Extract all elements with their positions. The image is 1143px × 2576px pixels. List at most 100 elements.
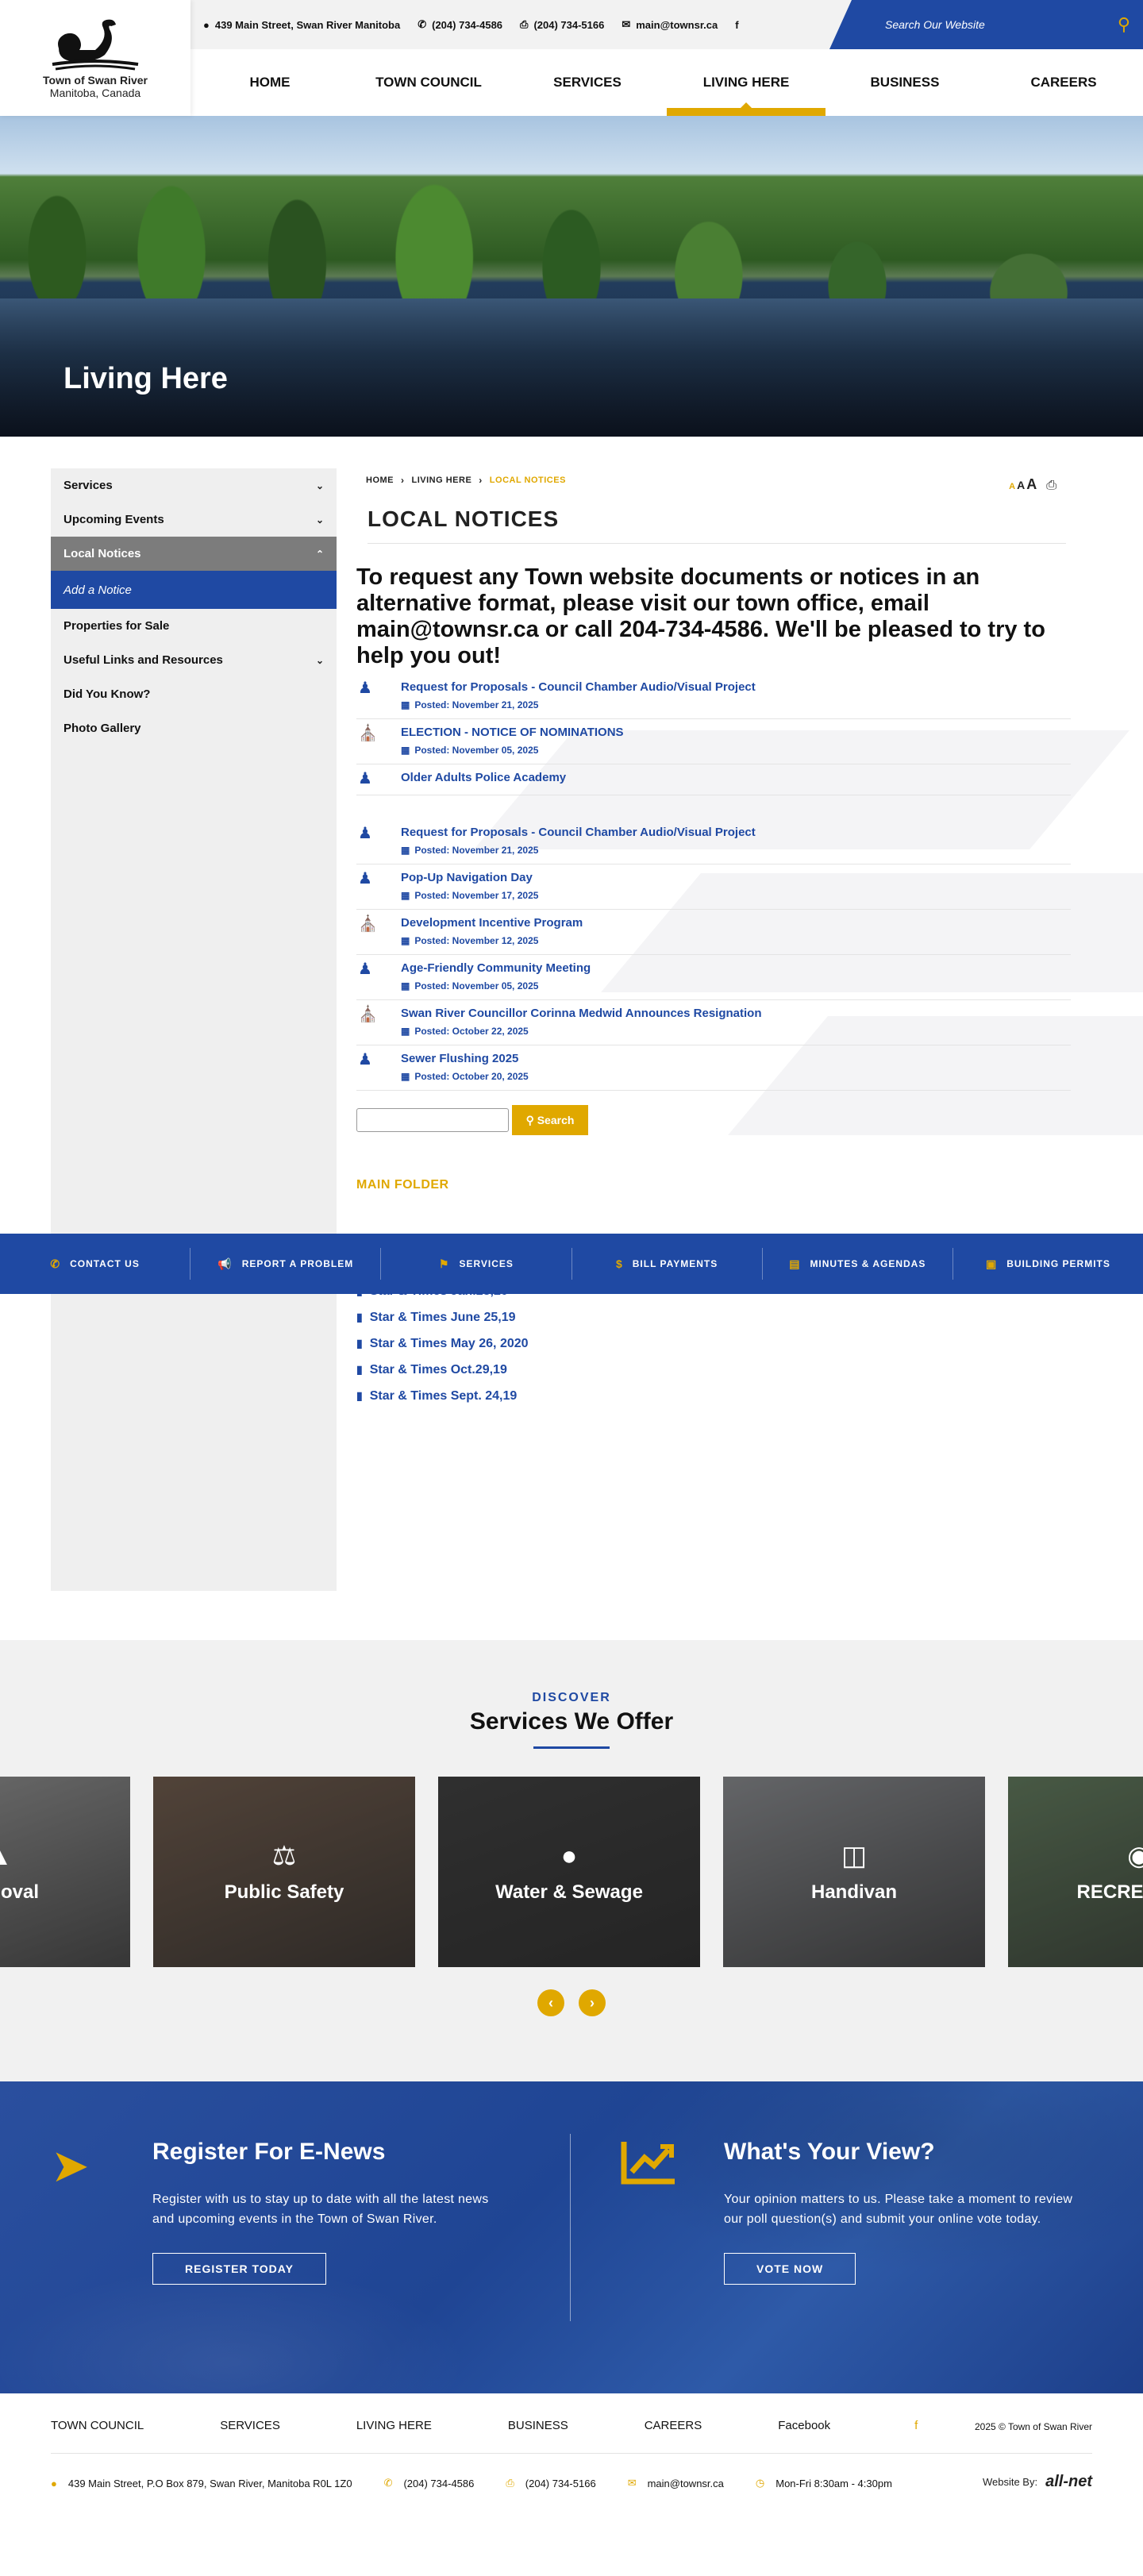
text-size-small[interactable]: A	[1009, 482, 1015, 491]
facebook-link[interactable]: f	[735, 19, 744, 31]
notice-search-button[interactable]: ⚲ Search	[512, 1105, 588, 1135]
site-search-input[interactable]	[885, 18, 1083, 31]
service-card[interactable]: ◉ RECREATION	[1008, 1777, 1143, 1967]
site-logo[interactable]: Town of Swan River Manitoba, Canada	[0, 0, 190, 116]
service-card[interactable]: ▲ Removal	[0, 1777, 130, 1967]
nav-item-careers[interactable]: CAREERS	[984, 49, 1143, 116]
carousel-controls: ‹ ›	[0, 1989, 1143, 2016]
notice-title[interactable]: Age-Friendly Community Meeting	[401, 961, 591, 975]
hero-banner: Living Here	[0, 116, 1143, 437]
print-icon[interactable]: ⎙	[1046, 479, 1056, 493]
folder-file-link[interactable]: ▮ Star & Times June 25,19	[356, 1304, 1072, 1330]
chevron-up-icon[interactable]: ⌃	[316, 549, 324, 560]
quicklink-building-permits[interactable]: ▣ BUILDING PERMITS	[953, 1248, 1143, 1280]
notice-title[interactable]: Swan River Councillor Corinna Medwid Ann…	[401, 1007, 762, 1020]
nav-item-town-council[interactable]: TOWN COUNCIL	[349, 49, 508, 116]
notice-item[interactable]: ⛪ Development Incentive Program ▦ Posted: N…	[356, 910, 1071, 955]
footer-nav-careers[interactable]: CAREERS	[645, 2419, 702, 2432]
nav-item-services[interactable]: SERVICES	[508, 49, 667, 116]
notice-item[interactable]: ⛪ ELECTION - NOTICE OF NOMINATIONS ▦ Posted…	[356, 719, 1071, 764]
register-today-button[interactable]: REGISTER TODAY	[152, 2253, 326, 2285]
notice-item[interactable]: ♟​ Request for Proposals - Council Chambe…	[356, 819, 1071, 864]
map-pin-icon: ●	[203, 18, 210, 31]
breadcrumb-section[interactable]: LIVING HERE	[412, 476, 472, 485]
quicklink-services[interactable]: ⚑ SERVICES	[381, 1248, 572, 1280]
sidebar-item-upcoming-events[interactable]: Upcoming Events ⌄	[51, 502, 337, 537]
services-title: Services We Offer	[469, 1708, 674, 1735]
text-size-medium[interactable]: A	[1017, 479, 1025, 491]
notice-item[interactable]: ♟​ Sewer Flushing 2025 ▦ Posted: October 20…	[356, 1045, 1071, 1091]
notice-search-input[interactable]	[356, 1108, 509, 1132]
notice-item[interactable]: ♟​ Pop-Up Navigation Day ▦ Posted: November…	[356, 864, 1071, 910]
sidebar-item-label: Properties for Sale	[64, 619, 170, 633]
service-card[interactable]: ◫ Handivan	[723, 1777, 985, 1967]
footer-phone[interactable]: ✆ (204) 734-4586	[384, 2477, 475, 2489]
site-header: Town of Swan River Manitoba, Canada ● 43…	[0, 0, 1143, 116]
vote-now-button[interactable]: VOTE NOW	[724, 2253, 856, 2285]
footer-nav-services[interactable]: SERVICES	[220, 2419, 280, 2432]
folder-heading: MAIN FOLDER	[356, 1178, 449, 1192]
sidebar-item-photo-gallery[interactable]: Photo Gallery	[51, 711, 337, 745]
text-size-large[interactable]: A	[1026, 476, 1037, 493]
footer-address: ● 439 Main Street, P.O Box 879, Swan Rive…	[51, 2477, 352, 2489]
notice-title[interactable]: ELECTION - NOTICE OF NOMINATIONS	[401, 726, 624, 739]
footer-nav-town-council[interactable]: TOWN COUNCIL	[51, 2419, 144, 2432]
folder-file-link[interactable]: ▮ Star & Times Sept. 24,19	[356, 1383, 1072, 1409]
carousel-next-button[interactable]: ›	[579, 1989, 606, 2016]
people-icon: ♟​	[358, 680, 372, 697]
nav-item-living-here[interactable]: LIVING HERE	[667, 49, 826, 116]
notice-item[interactable]: ⛪ Swan River Councillor Corinna Medwid An…	[356, 1000, 1071, 1045]
sidebar-item-properties-for-sale[interactable]: Properties for Sale	[51, 609, 337, 643]
topbar-email[interactable]: ✉ main@townsr.ca	[622, 18, 718, 31]
service-card[interactable]: ● Water & Sewage	[438, 1777, 700, 1967]
notice-date: ▦ Posted: November 12, 2025	[401, 935, 539, 946]
sidebar-item-local-notices[interactable]: Local Notices ⌃	[51, 537, 337, 571]
copyright: 2025 © Town of Swan River	[974, 2421, 1092, 2432]
notice-title[interactable]: Request for Proposals - Council Chamber …	[401, 680, 756, 694]
chevron-down-icon[interactable]: ⌄	[316, 514, 324, 526]
folder-file-link[interactable]: ▮ Star & Times Oct.29,19	[356, 1357, 1072, 1383]
notice-title[interactable]: Request for Proposals - Council Chamber …	[401, 826, 756, 839]
sign-icon: ⚑	[438, 1257, 450, 1270]
notice-item[interactable]: ♟​ Age-Friendly Community Meeting ▦ Posted:…	[356, 955, 1071, 1000]
carousel-prev-button[interactable]: ‹	[537, 1989, 564, 2016]
sidebar-item-useful-links-and-resources[interactable]: Useful Links and Resources ⌄	[51, 643, 337, 677]
notice-title[interactable]: Development Incentive Program	[401, 916, 583, 930]
topbar-phone[interactable]: ✆ (204) 734-4586	[418, 18, 502, 31]
chevron-right-icon: ›	[401, 475, 405, 486]
poll-title: What's Your View?	[724, 2139, 935, 2165]
footer-nav-business[interactable]: BUSINESS	[508, 2419, 568, 2432]
notice-title[interactable]: Pop-Up Navigation Day	[401, 871, 538, 884]
megaphone-icon: 📢	[217, 1257, 233, 1270]
chevron-down-icon[interactable]: ⌄	[316, 655, 324, 666]
dollar-icon: $	[615, 1257, 623, 1270]
chevron-down-icon[interactable]: ⌄	[316, 480, 324, 491]
notice-item[interactable]: ♟​ Older Adults Police Academy	[356, 764, 1071, 795]
quicklink-contact-us[interactable]: ✆ CONTACT US	[0, 1248, 191, 1280]
notice-title[interactable]: Sewer Flushing 2025	[401, 1052, 529, 1065]
quicklink-minutes-agendas[interactable]: ▤ MINUTES & AGENDAS	[763, 1248, 953, 1280]
topbar-address: ● 439 Main Street, Swan River Manitoba	[203, 18, 401, 31]
service-card[interactable]: ⚖ Public Safety	[153, 1777, 415, 1967]
search-icon[interactable]: ⚲	[1118, 14, 1130, 35]
footer-nav-living-here[interactable]: LIVING HERE	[356, 2419, 432, 2432]
notice-title[interactable]: Older Adults Police Academy	[401, 771, 566, 784]
nav-item-home[interactable]: HOME	[190, 49, 349, 116]
folder-file-link[interactable]: ▮ Star & Times May 26, 2020	[356, 1330, 1072, 1357]
sidebar-item-services[interactable]: Services ⌄	[51, 468, 337, 502]
notice-item[interactable]: ♟​ Request for Proposals - Council Chambe…	[356, 674, 1071, 719]
people-icon: ♟​	[358, 870, 372, 888]
quicklink-bill-payments[interactable]: $ BILL PAYMENTS	[572, 1248, 763, 1280]
breadcrumb-home[interactable]: HOME	[366, 476, 394, 485]
sidebar-item-add-a-notice[interactable]: Add a Notice	[51, 571, 337, 609]
footer-facebook-link[interactable]: Facebook f	[778, 2419, 994, 2432]
nav-item-business[interactable]: BUSINESS	[826, 49, 984, 116]
calendar-icon: ▦	[401, 980, 410, 992]
footer-email[interactable]: ✉ main@townsr.ca	[628, 2477, 724, 2489]
enews-title: Register For E-News	[152, 2139, 386, 2165]
website-credit[interactable]: Website By: all-net	[983, 2473, 1092, 2491]
breadcrumb-current: LOCAL NOTICES	[489, 476, 566, 485]
service-card-label: Removal	[0, 1881, 40, 1903]
quicklink-report-a-problem[interactable]: 📢 REPORT A PROBLEM	[190, 1248, 382, 1280]
sidebar-item-did-you-know-[interactable]: Did You Know?	[51, 677, 337, 711]
